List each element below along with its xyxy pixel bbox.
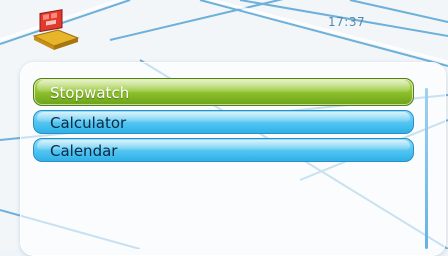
menu-item-label: Stopwatch — [50, 84, 130, 102]
menu-item-label: Calculator — [50, 114, 127, 132]
menu-item-label: Calendar — [50, 142, 118, 160]
status-clock: 17:37 — [328, 15, 366, 29]
menu-item-stopwatch[interactable]: Stopwatch — [33, 78, 414, 106]
menu-item-calculator[interactable]: Calculator — [33, 110, 414, 134]
toolbox-icon — [32, 9, 80, 50]
app-menu: Stopwatch Calculator Calendar — [33, 78, 414, 166]
menu-scrollbar[interactable] — [425, 88, 428, 249]
menu-item-calendar[interactable]: Calendar — [33, 138, 414, 162]
